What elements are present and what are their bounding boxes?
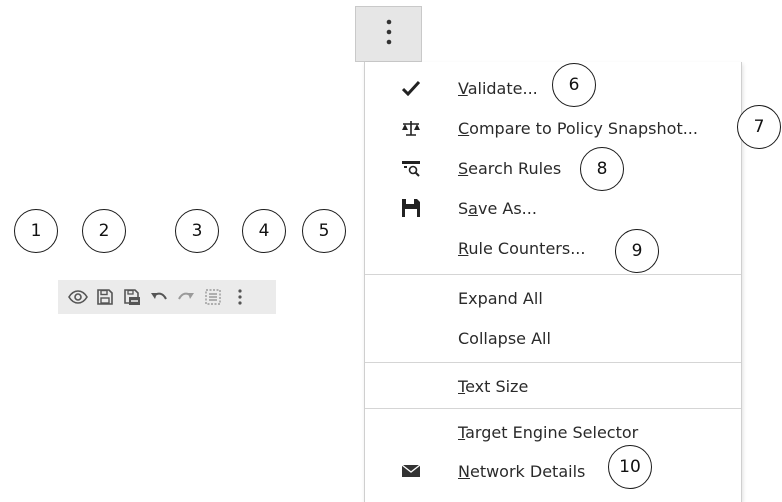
menu-item-network-details[interactable]: Network Details <box>365 451 741 491</box>
menu-item-label: Save As... <box>458 198 537 218</box>
menu-item-label: Text Size <box>458 376 529 396</box>
menu-item-label: Rule Counters... <box>458 238 586 258</box>
menu-item-search-rules[interactable]: Search Rules <box>365 148 741 188</box>
menu-item-label: Expand All <box>458 288 543 308</box>
preview-button[interactable] <box>64 282 91 312</box>
menu-item-target-engine-selector[interactable]: Target Engine Selector <box>365 412 741 452</box>
menu-item-compare-snapshot[interactable]: Compare to Policy Snapshot... <box>365 108 741 148</box>
callout-10: 10 <box>608 445 652 489</box>
menu-item-label: Target Engine Selector <box>458 422 639 442</box>
menu-toggle-button[interactable] <box>355 6 422 62</box>
undo-icon <box>150 290 168 304</box>
kebab-icon <box>385 17 393 51</box>
save-as-button[interactable] <box>118 282 145 312</box>
callout-7: 7 <box>737 105 781 149</box>
menu-item-label: Compare to Policy Snapshot... <box>458 118 698 138</box>
callout-5: 5 <box>302 209 346 253</box>
envelope-icon <box>398 458 424 484</box>
menu-divider <box>365 274 741 275</box>
redo-icon <box>177 290 195 304</box>
menu-item-collapse-all[interactable]: Collapse All <box>365 318 741 358</box>
checkmark-icon <box>398 75 424 101</box>
menu-item-label: Validate... <box>458 78 538 98</box>
menu-item-text-size[interactable]: Text Size <box>365 366 741 406</box>
menu-item-label: Network Details <box>458 461 586 481</box>
menu-item-rule-counters[interactable]: Rule Counters... <box>365 228 741 268</box>
callout-1: 1 <box>14 209 58 253</box>
menu-divider <box>365 362 741 363</box>
callout-4: 4 <box>242 209 286 253</box>
callout-9: 9 <box>615 229 659 273</box>
callout-2: 2 <box>82 209 126 253</box>
save-icon <box>398 195 424 221</box>
callout-6: 6 <box>552 63 596 107</box>
more-options-button[interactable] <box>226 282 253 312</box>
menu-item-save-as[interactable]: Save As... <box>365 188 741 228</box>
menu-divider <box>365 408 741 409</box>
menu-item-expand-all[interactable]: Expand All <box>365 278 741 318</box>
toolbar <box>58 280 276 314</box>
menu-item-label: Collapse All <box>458 328 551 348</box>
save-icon <box>96 288 114 306</box>
save-as-icon <box>123 288 141 306</box>
select-all-icon <box>204 288 222 306</box>
eye-icon <box>67 289 88 305</box>
callout-3: 3 <box>175 209 219 253</box>
menu-item-label: Search Rules <box>458 158 562 178</box>
select-all-button[interactable] <box>199 282 226 312</box>
kebab-icon <box>237 288 243 306</box>
save-button[interactable] <box>91 282 118 312</box>
callout-8: 8 <box>580 147 624 191</box>
search-rules-icon <box>398 155 424 181</box>
redo-button[interactable] <box>172 282 199 312</box>
balance-scale-icon <box>398 115 424 141</box>
undo-button[interactable] <box>145 282 172 312</box>
overflow-menu: Validate... Compare to Policy Snapshot..… <box>364 62 742 502</box>
